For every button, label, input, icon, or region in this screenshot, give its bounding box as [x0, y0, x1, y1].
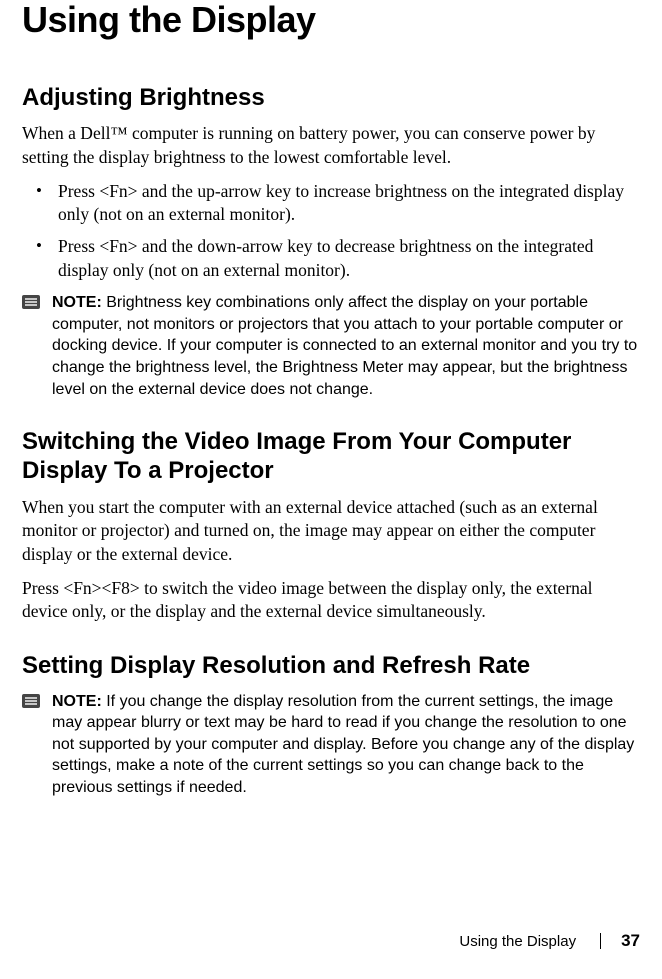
note-label: NOTE: — [52, 294, 102, 311]
note-icon — [22, 295, 40, 309]
list-item: Press <Fn> and the down-arrow key to dec… — [22, 235, 640, 282]
list-item: Press <Fn> and the up-arrow key to incre… — [22, 180, 640, 227]
page-title: Using the Display — [22, 0, 640, 40]
note-block: NOTE: Brightness key combinations only a… — [22, 292, 640, 400]
note-text: NOTE: Brightness key combinations only a… — [50, 292, 640, 400]
footer: Using the Display 37 — [459, 931, 640, 951]
note-body: If you change the display resolution fro… — [52, 693, 634, 796]
footer-separator — [600, 933, 601, 949]
bullet-list: Press <Fn> and the up-arrow key to incre… — [22, 180, 640, 283]
note-label: NOTE: — [52, 693, 102, 710]
heading-switching-video: Switching the Video Image From Your Comp… — [22, 428, 640, 486]
footer-page-number: 37 — [621, 931, 640, 951]
note-text: NOTE: If you change the display resoluti… — [50, 691, 640, 799]
footer-section-title: Using the Display — [459, 933, 576, 950]
note-body: Brightness key combinations only affect … — [52, 294, 637, 397]
note-block: NOTE: If you change the display resoluti… — [22, 691, 640, 799]
note-icon — [22, 694, 40, 708]
heading-setting-resolution: Setting Display Resolution and Refresh R… — [22, 652, 640, 681]
body-text: Press <Fn><F8> to switch the video image… — [22, 577, 640, 624]
heading-adjusting-brightness: Adjusting Brightness — [22, 84, 640, 113]
body-text: When you start the computer with an exte… — [22, 496, 640, 567]
body-text: When a Dell™ computer is running on batt… — [22, 122, 640, 169]
